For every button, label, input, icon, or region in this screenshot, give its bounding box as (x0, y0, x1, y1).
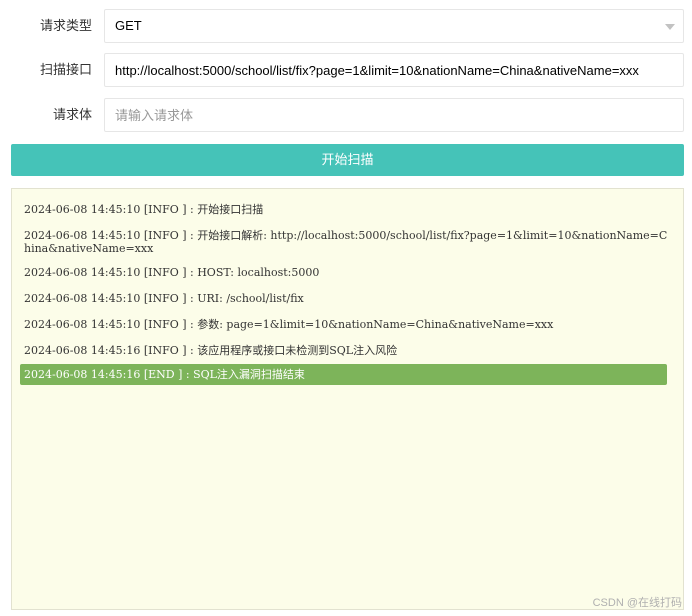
url-field-wrapper (104, 53, 684, 87)
log-line: 2024-06-08 14:45:10 [INFO ] : 开始接口解析: ht… (24, 229, 668, 255)
body-label: 请求体 (52, 107, 92, 122)
url-input[interactable] (105, 54, 681, 86)
caret-down-icon (665, 24, 675, 30)
log-line: 2024-06-08 14:45:10 [INFO ] : 开始接口扫描 (24, 203, 264, 216)
url-label: 扫描接口 (39, 62, 92, 77)
log-panel[interactable]: 2024-06-08 14:45:10 [INFO ] : 开始接口扫描 202… (11, 188, 684, 610)
start-scan-button[interactable]: 开始扫描 (11, 144, 684, 176)
body-field-wrapper (104, 98, 684, 132)
method-select[interactable]: GET (104, 9, 684, 43)
log-line: 2024-06-08 14:45:10 [INFO ] : URI: /scho… (24, 292, 304, 305)
log-line: 2024-06-08 14:45:10 [INFO ] : HOST: loca… (24, 266, 320, 279)
body-row: 请求体 (0, 98, 692, 132)
method-label: 请求类型 (39, 18, 92, 33)
method-row: 请求类型 GET (0, 9, 692, 43)
log-line-end: 2024-06-08 14:45:16 [END ] : SQL注入漏洞扫描结束 (20, 364, 667, 385)
body-input[interactable] (105, 99, 681, 131)
watermark: CSDN @在线打码 (592, 597, 682, 609)
log-line: 2024-06-08 14:45:10 [INFO ] : 参数: page=1… (24, 318, 554, 331)
url-row: 扫描接口 (0, 53, 692, 87)
log-line: 2024-06-08 14:45:16 [INFO ] : 该应用程序或接口未检… (24, 344, 398, 357)
method-select-value: GET (115, 18, 142, 33)
